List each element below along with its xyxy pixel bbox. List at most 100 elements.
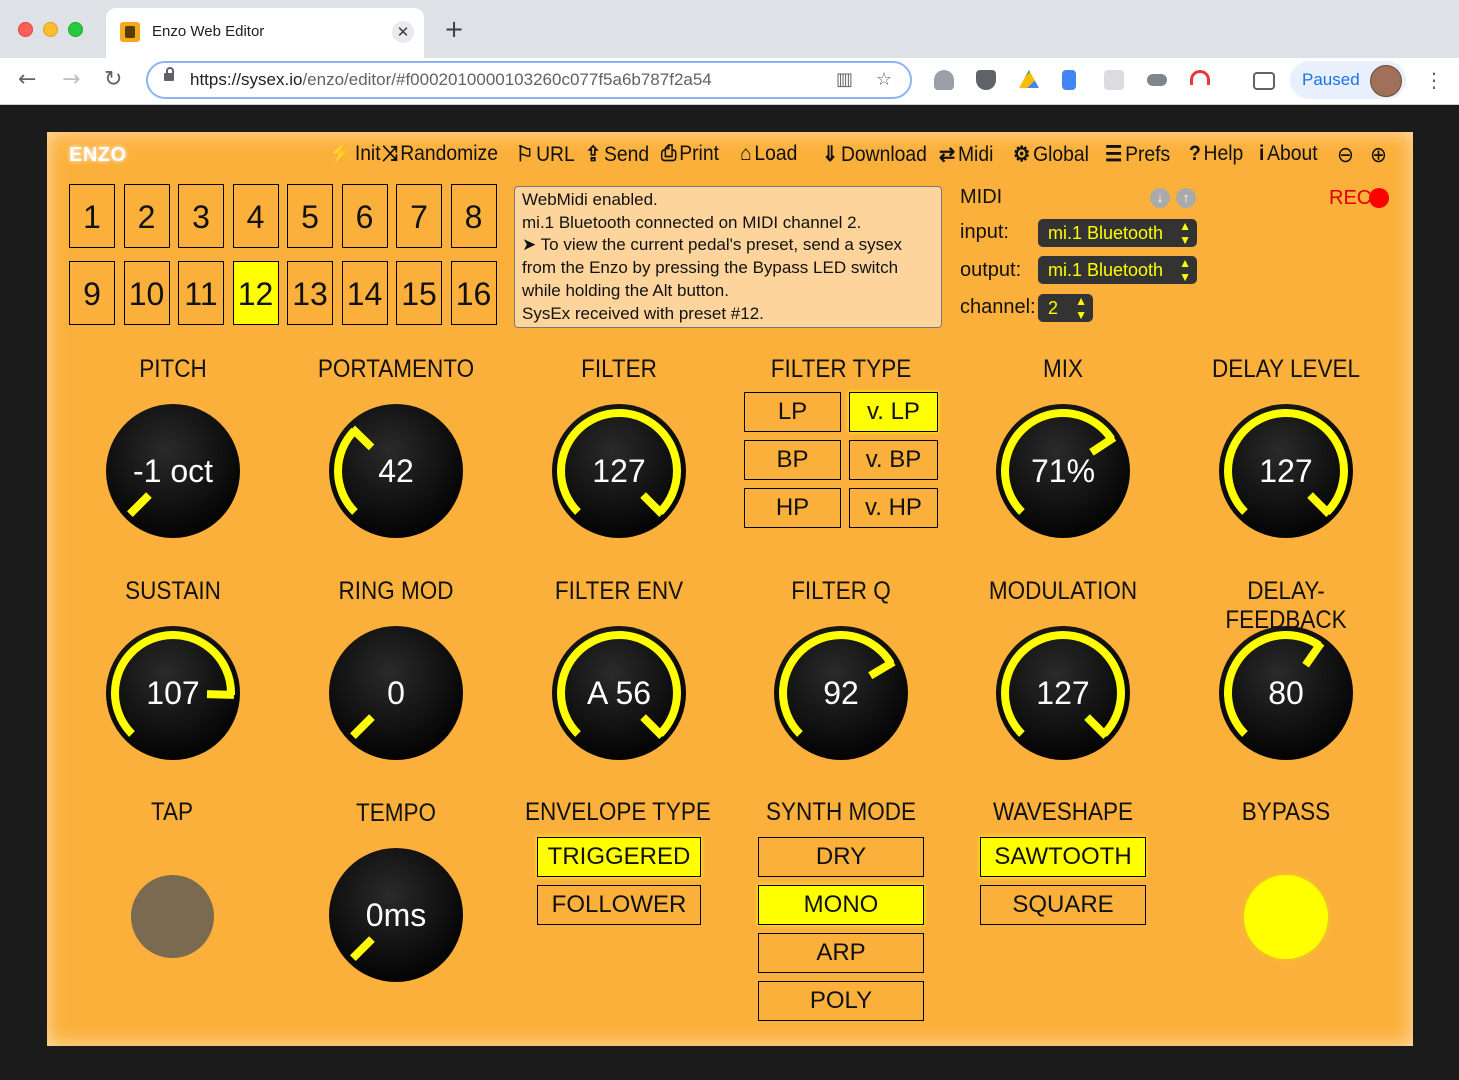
rec-indicator[interactable] bbox=[1369, 188, 1389, 208]
envelope-type-option[interactable]: FOLLOWER bbox=[537, 885, 701, 925]
preset-button-6[interactable]: 6 bbox=[341, 184, 388, 248]
synth-mode-option[interactable]: POLY bbox=[758, 981, 924, 1021]
modulation-knob[interactable]: 127 bbox=[993, 623, 1133, 763]
tap-button[interactable] bbox=[131, 875, 214, 958]
synth-mode-option[interactable]: ARP bbox=[758, 933, 924, 973]
filter-type-option[interactable]: v. BP bbox=[849, 440, 938, 480]
mix-label: MIX bbox=[1042, 355, 1083, 383]
bypass-label: BYPASS bbox=[1241, 798, 1331, 826]
menu-label: Send bbox=[603, 143, 650, 166]
filter-type-option[interactable]: v. LP bbox=[849, 392, 938, 432]
extension-grid-icon[interactable] bbox=[1104, 70, 1124, 90]
window-maximize-button[interactable] bbox=[68, 22, 83, 37]
reload-icon[interactable]: ↻ bbox=[104, 68, 122, 92]
preset-button-2[interactable]: 2 bbox=[123, 184, 170, 248]
menu-help[interactable]: ? Help bbox=[1189, 142, 1243, 166]
url-text[interactable]: https://sysex.io/enzo/editor/#f000201000… bbox=[190, 70, 830, 90]
menu-prefs[interactable]: ☰ Prefs bbox=[1105, 142, 1170, 167]
menu-url[interactable]: ⚐ URL bbox=[516, 142, 575, 167]
waveshape-option[interactable]: SAWTOOTH bbox=[980, 837, 1146, 877]
extension-blue-icon[interactable] bbox=[1062, 70, 1076, 90]
message-line: from the Enzo by pressing the Bypass LED… bbox=[522, 258, 899, 278]
bookmark-star-icon[interactable]: ☆ bbox=[876, 69, 892, 90]
address-bar[interactable]: https://sysex.io/enzo/editor/#f000201000… bbox=[146, 61, 912, 99]
sustain-knob[interactable]: 107 bbox=[103, 623, 243, 763]
browser-tab[interactable]: Enzo Web Editor ✕ bbox=[106, 8, 424, 58]
mix-knob[interactable]: 71% bbox=[993, 401, 1133, 541]
preset-button-15[interactable]: 15 bbox=[396, 261, 442, 325]
kebab-menu-icon[interactable]: ⋮ bbox=[1424, 68, 1444, 92]
pitch-knob[interactable]: -1 oct bbox=[103, 401, 243, 541]
cast-icon[interactable] bbox=[1253, 72, 1275, 90]
load-icon: ⌂ bbox=[740, 142, 752, 165]
delay-level-knob[interactable]: 127 bbox=[1216, 401, 1356, 541]
window-close-button[interactable] bbox=[18, 22, 33, 37]
midi-channel-select[interactable]: 2 ▲ ▼ bbox=[1038, 294, 1093, 322]
select-arrows-icon: ▲ ▼ bbox=[1179, 219, 1191, 247]
zoom-in-icon[interactable]: ⊕ bbox=[1370, 142, 1387, 168]
rec-label: REC bbox=[1329, 187, 1372, 209]
menu-download[interactable]: ⇓ Download bbox=[822, 142, 927, 167]
menu-about[interactable]: i About bbox=[1259, 142, 1318, 166]
window-minimize-button[interactable] bbox=[43, 22, 58, 37]
message-line: SysEx received with preset #12. bbox=[522, 303, 764, 323]
extension-bucket-icon[interactable] bbox=[934, 70, 954, 90]
tab-close-icon[interactable]: ✕ bbox=[392, 21, 414, 43]
filter-env-knob[interactable]: A 56 bbox=[549, 623, 689, 763]
preset-button-14[interactable]: 14 bbox=[341, 261, 388, 325]
filter-type-option[interactable]: HP bbox=[744, 488, 841, 528]
preset-button-13[interactable]: 13 bbox=[287, 261, 333, 325]
google-drive-icon[interactable] bbox=[1019, 70, 1039, 88]
midi-input-select[interactable]: mi.1 Bluetooth ▲ ▼ bbox=[1038, 219, 1197, 247]
ring-mod-knob[interactable]: 0 bbox=[326, 623, 466, 763]
menu-send[interactable]: ⇪ Send bbox=[585, 142, 649, 167]
preset-button-7[interactable]: 7 bbox=[396, 184, 442, 248]
bypass-button[interactable] bbox=[1244, 875, 1328, 959]
piano-extension-icon[interactable]: ▥ bbox=[836, 69, 853, 90]
preset-button-1[interactable]: 1 bbox=[69, 184, 115, 248]
back-arrow-icon[interactable]: ← bbox=[18, 68, 36, 92]
ublock-shield-icon[interactable] bbox=[976, 70, 996, 90]
menu-global[interactable]: ⚙ Global bbox=[1013, 142, 1089, 167]
synth-mode-option[interactable]: MONO bbox=[758, 885, 924, 925]
gamepad-icon[interactable] bbox=[1147, 74, 1167, 86]
preset-button-4[interactable]: 4 bbox=[232, 184, 279, 248]
portamento-knob[interactable]: 42 bbox=[326, 401, 466, 541]
new-tab-button[interactable]: + bbox=[444, 17, 464, 41]
midi-receive-icon[interactable]: ↓ bbox=[1150, 188, 1170, 208]
midi-send-icon[interactable]: ↑ bbox=[1176, 188, 1196, 208]
preset-button-16[interactable]: 16 bbox=[450, 261, 497, 325]
preset-button-11[interactable]: 11 bbox=[178, 261, 224, 325]
midi-output-select[interactable]: mi.1 Bluetooth ▲ ▼ bbox=[1038, 256, 1197, 284]
headphones-icon[interactable] bbox=[1190, 70, 1210, 85]
synth-mode-option[interactable]: DRY bbox=[758, 837, 924, 877]
zoom-out-icon[interactable]: ⊖ bbox=[1337, 142, 1354, 168]
preset-button-12[interactable]: 12 bbox=[232, 261, 279, 325]
filter-type-option[interactable]: LP bbox=[744, 392, 841, 432]
menu-label: URL bbox=[536, 143, 575, 166]
profile-button[interactable]: Paused bbox=[1290, 61, 1406, 99]
preset-button-5[interactable]: 5 bbox=[287, 184, 333, 248]
menu-load[interactable]: ⌂ Load bbox=[740, 142, 797, 166]
menu-print[interactable]: ⎙ Print bbox=[661, 142, 719, 166]
envelope-type-option[interactable]: TRIGGERED bbox=[537, 837, 701, 877]
menu-randomize[interactable]: ⤨ Randomize bbox=[382, 142, 498, 166]
menu-init[interactable]: ⚡ Init bbox=[328, 142, 381, 166]
forward-arrow-icon[interactable]: → bbox=[62, 68, 80, 92]
preset-button-8[interactable]: 8 bbox=[450, 184, 497, 248]
menu-midi[interactable]: ⇄ Midi bbox=[939, 142, 993, 167]
waveshape-option[interactable]: SQUARE bbox=[980, 885, 1146, 925]
menu-label: Midi bbox=[957, 143, 994, 166]
preset-button-9[interactable]: 9 bbox=[69, 261, 115, 325]
randomize-icon: ⤨ bbox=[382, 142, 398, 165]
portamento-label: PORTAMENTO bbox=[317, 355, 475, 383]
filter-type-option[interactable]: v. HP bbox=[849, 488, 938, 528]
filter-q-value: 92 bbox=[823, 675, 859, 711]
tempo-knob[interactable]: 0ms bbox=[326, 845, 466, 985]
filter-knob[interactable]: 127 bbox=[549, 401, 689, 541]
filter-q-knob[interactable]: 92 bbox=[771, 623, 911, 763]
filter-type-option[interactable]: BP bbox=[744, 440, 841, 480]
delay-feedback-knob[interactable]: 80 bbox=[1216, 623, 1356, 763]
preset-button-3[interactable]: 3 bbox=[178, 184, 224, 248]
preset-button-10[interactable]: 10 bbox=[123, 261, 170, 325]
